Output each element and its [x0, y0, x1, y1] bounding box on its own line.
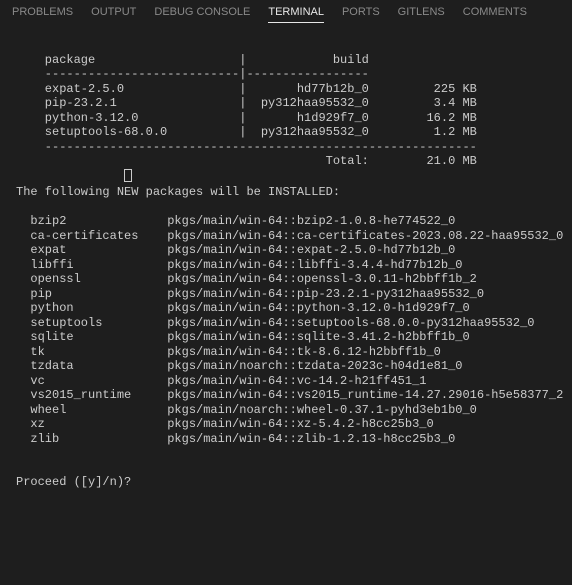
tab-output[interactable]: OUTPUT: [91, 6, 136, 23]
tab-ports[interactable]: PORTS: [342, 6, 380, 23]
tab-debug-console[interactable]: DEBUG CONSOLE: [154, 6, 250, 23]
install-row: ca-certificates pkgs/main/win-64::ca-cer…: [16, 229, 556, 244]
install-row: xz pkgs/main/win-64::xz-5.4.2-h8cc25b3_0: [16, 417, 556, 432]
install-row: pip pkgs/main/win-64::pip-23.2.1-py312ha…: [16, 287, 556, 302]
pkg-table-row: pip-23.2.1 | py312haa95532_0 3.4 MB: [16, 96, 556, 111]
install-row: sqlite pkgs/main/win-64::sqlite-3.41.2-h…: [16, 330, 556, 345]
pkg-table-row: python-3.12.0 | h1d929f7_0 16.2 MB: [16, 111, 556, 126]
pkg-table-header: package | build: [16, 53, 556, 68]
tab-comments[interactable]: COMMENTS: [463, 6, 527, 23]
install-row: setuptools pkgs/main/win-64::setuptools-…: [16, 316, 556, 331]
blank-line: [16, 38, 556, 53]
terminal-output[interactable]: package | build ------------------------…: [0, 28, 572, 490]
install-heading: The following NEW packages will be INSTA…: [16, 185, 556, 200]
pkg-table-divider: ----------------------------------------…: [16, 140, 556, 155]
install-row: tzdata pkgs/main/noarch::tzdata-2023c-h0…: [16, 359, 556, 374]
install-row: libffi pkgs/main/win-64::libffi-3.4.4-hd…: [16, 258, 556, 273]
blank-line: [16, 446, 556, 461]
install-row: tk pkgs/main/win-64::tk-8.6.12-h2bbff1b_…: [16, 345, 556, 360]
proceed-prompt: Proceed ([y]/n)?: [16, 475, 556, 490]
install-row: wheel pkgs/main/noarch::wheel-0.37.1-pyh…: [16, 403, 556, 418]
install-row: vs2015_runtime pkgs/main/win-64::vs2015_…: [16, 388, 556, 403]
tab-gitlens[interactable]: GITLENS: [398, 6, 445, 23]
install-row: bzip2 pkgs/main/win-64::bzip2-1.0.8-he77…: [16, 214, 556, 229]
panel-tabbar: PROBLEMS OUTPUT DEBUG CONSOLE TERMINAL PORTS…: [0, 0, 572, 28]
blank-line: [16, 200, 556, 215]
cursor-line: [16, 169, 556, 186]
install-row: vc pkgs/main/win-64::vc-14.2-h21ff451_1: [16, 374, 556, 389]
pkg-table-row: expat-2.5.0 | hd77b12b_0 225 KB: [16, 82, 556, 97]
tab-terminal[interactable]: TERMINAL: [268, 6, 324, 23]
tab-problems[interactable]: PROBLEMS: [12, 6, 73, 23]
install-row: openssl pkgs/main/win-64::openssl-3.0.11…: [16, 272, 556, 287]
pkg-table-row: setuptools-68.0.0 | py312haa95532_0 1.2 …: [16, 125, 556, 140]
cursor-icon: [124, 169, 132, 182]
install-row: expat pkgs/main/win-64::expat-2.5.0-hd77…: [16, 243, 556, 258]
blank-line: [16, 461, 556, 476]
pkg-table-total: Total: 21.0 MB: [16, 154, 556, 169]
pkg-table-divider: ---------------------------|------------…: [16, 67, 556, 82]
install-row: zlib pkgs/main/win-64::zlib-1.2.13-h8cc2…: [16, 432, 556, 447]
install-row: python pkgs/main/win-64::python-3.12.0-h…: [16, 301, 556, 316]
